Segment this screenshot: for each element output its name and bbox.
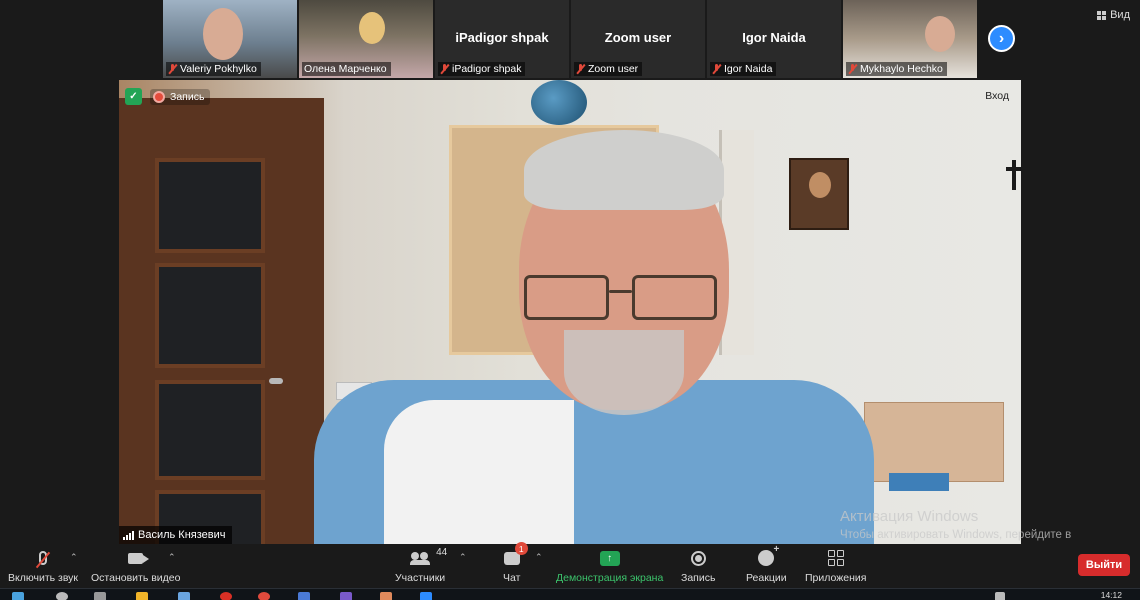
chat-button[interactable]: 1 Чат <box>503 542 528 584</box>
participant-name-tag: Zoom user <box>574 62 643 76</box>
participant-name-tag: iPadigor shpak <box>438 62 526 76</box>
reactions-button[interactable]: Реакции <box>746 544 787 584</box>
active-speaker-video: ✓ Запись Вход Василь Князевич <box>119 80 1021 544</box>
mic-off-icon <box>39 551 48 565</box>
participant-video <box>359 12 385 44</box>
windows-taskbar: 14:12 <box>0 588 1140 600</box>
participant-tile[interactable]: Valeriy Pokhylko <box>163 0 297 78</box>
audio-options-caret-icon[interactable]: ⌃ <box>70 552 78 563</box>
signal-bars-icon <box>123 530 134 540</box>
participant-name-tag: Valeriy Pokhylko <box>166 62 261 76</box>
recording-indicator[interactable]: Запись <box>150 88 211 105</box>
windows-start-icon[interactable] <box>12 592 24 600</box>
mic-muted-icon <box>440 64 449 74</box>
participant-tile[interactable]: Zoom user Zoom user <box>571 0 705 78</box>
chevron-right-icon: › <box>998 29 1005 47</box>
speaker-name-tag: Василь Князевич <box>119 526 232 544</box>
participant-tile[interactable]: iPadigor shpak iPadigor shpak <box>435 0 569 78</box>
participant-tile[interactable]: Igor Naida Igor Naida <box>707 0 841 78</box>
participant-video <box>925 16 955 52</box>
chat-options-caret-icon[interactable]: ⌃ <box>535 552 543 563</box>
next-page-button[interactable]: › <box>988 25 1015 52</box>
apps-icon <box>827 550 844 566</box>
participants-options-caret-icon[interactable]: ⌃ <box>459 552 467 563</box>
participants-icon <box>410 552 431 565</box>
chrome-icon[interactable] <box>258 592 270 600</box>
join-label[interactable]: Вход <box>985 90 1009 102</box>
app-icon[interactable] <box>298 592 310 600</box>
file-explorer-icon[interactable] <box>136 592 148 600</box>
mic-muted-icon <box>168 64 177 74</box>
zoom-window: Valeriy Pokhylko Олена Марченко iPadigor… <box>0 0 1140 600</box>
share-screen-icon: ↑ <box>599 550 620 566</box>
app-icon[interactable] <box>178 592 190 600</box>
participant-center-name: Igor Naida <box>742 30 806 45</box>
share-screen-button[interactable]: ↑ Демонстрация экрана <box>556 548 663 584</box>
record-dot-icon <box>153 90 165 103</box>
opera-icon[interactable] <box>220 592 232 600</box>
video-background-door <box>119 98 324 544</box>
task-view-icon[interactable] <box>94 592 106 600</box>
participant-name-tag: Igor Naida <box>710 62 777 76</box>
app-icon[interactable] <box>380 592 392 600</box>
grid-view-icon <box>1097 10 1107 20</box>
participant-name-tag: Олена Марченко <box>302 62 391 76</box>
participant-tile[interactable]: Олена Марченко <box>299 0 433 78</box>
encryption-shield-icon[interactable]: ✓ <box>125 88 142 105</box>
apps-button[interactable]: Приложения <box>805 548 866 584</box>
participant-strip: Valeriy Pokhylko Олена Марченко iPadigor… <box>163 0 977 78</box>
participants-count: 44 <box>436 547 448 558</box>
meeting-toolbar: Включить звук ⌃ Остановить видео ⌃ 44 Уч… <box>0 542 1140 588</box>
view-button[interactable]: Вид <box>1097 9 1130 21</box>
unmute-button[interactable]: Включить звук <box>8 548 78 584</box>
participant-center-name: Zoom user <box>604 30 672 45</box>
volume-icon[interactable] <box>995 592 1005 600</box>
mic-muted-icon <box>848 64 857 74</box>
record-icon <box>690 550 706 566</box>
participant-name-tag: Mykhaylo Hechko <box>846 62 947 76</box>
system-clock: 14:12 <box>1100 590 1122 600</box>
viber-icon[interactable] <box>340 592 352 600</box>
participant-tile[interactable]: Mykhaylo Hechko <box>843 0 977 78</box>
reaction-smiley-icon <box>758 544 779 566</box>
record-button[interactable]: Запись <box>681 548 715 584</box>
mic-muted-icon <box>712 64 721 74</box>
chat-badge: 1 <box>514 542 528 555</box>
mic-muted-icon <box>576 64 585 74</box>
meeting-status: ✓ Запись <box>125 88 211 105</box>
camera-icon <box>128 552 150 564</box>
zoom-taskbar-icon[interactable] <box>420 592 432 600</box>
participant-video <box>203 8 243 60</box>
participant-center-name: iPadigor shpak <box>455 30 549 45</box>
search-icon[interactable] <box>56 592 68 600</box>
participants-button[interactable]: 44 Участники <box>395 547 448 584</box>
video-options-caret-icon[interactable]: ⌃ <box>168 552 176 563</box>
leave-meeting-button[interactable]: Выйти <box>1078 554 1130 576</box>
